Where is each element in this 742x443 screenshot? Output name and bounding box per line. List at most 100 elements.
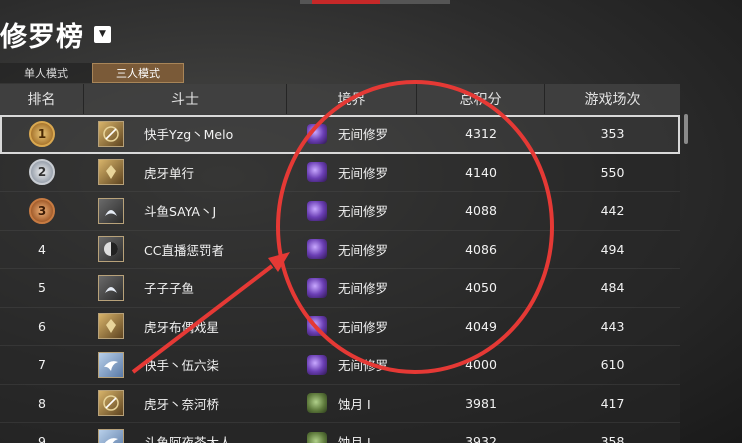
fighter-name[interactable]: 虎牙单行 bbox=[144, 163, 194, 182]
fighter-name[interactable]: CC直播惩罚者 bbox=[144, 240, 224, 259]
realm-name: 无间修罗 bbox=[338, 319, 389, 335]
table-body: 1 快手Yzg丶Melo 无间修罗 4312 353 2 虎牙单行 无间修罗 4140 550 3 斗… bbox=[0, 115, 680, 443]
title-dropdown-icon[interactable]: ▼ bbox=[94, 25, 111, 43]
fighter-cell: 快手Yzg丶Melo bbox=[84, 115, 287, 153]
warrior-icon bbox=[98, 313, 124, 340]
green-realm-icon bbox=[307, 393, 327, 414]
table-row[interactable]: 7 快手丶伍六柒 无间修罗 4000 610 bbox=[0, 346, 680, 385]
realm-cell: 无间修罗 bbox=[287, 154, 417, 192]
fighter-name[interactable]: 快手丶伍六柒 bbox=[144, 355, 219, 374]
rank-cell: 9 bbox=[0, 423, 84, 443]
rank-number: 9 bbox=[38, 434, 46, 443]
sword-shield-icon bbox=[98, 120, 124, 147]
score-cell: 3932 bbox=[465, 434, 497, 443]
table-row[interactable]: 3 斗鱼SAYA丶J 无间修罗 4088 442 bbox=[0, 192, 680, 231]
games-cell: 484 bbox=[600, 280, 625, 296]
score-cell: 4050 bbox=[465, 280, 497, 296]
games-cell: 550 bbox=[600, 164, 625, 180]
realm-name: 无间修罗 bbox=[338, 358, 389, 374]
dragon-icon bbox=[98, 274, 124, 301]
realm-name: 无间修罗 bbox=[338, 281, 389, 297]
realm-cell: 蚀月 I bbox=[287, 385, 417, 423]
purple-realm-icon bbox=[307, 162, 327, 183]
dragon-icon bbox=[98, 197, 124, 224]
fighter-cell: 快手丶伍六柒 bbox=[84, 346, 287, 384]
table-row[interactable]: 2 虎牙单行 无间修罗 4140 550 bbox=[0, 154, 680, 192]
table-row[interactable]: 9 斗鱼阿夜茶大人 蚀月 I 3932 358 bbox=[0, 423, 680, 443]
page-title: 修罗榜 bbox=[0, 21, 84, 53]
column-header-fighter: 斗士 bbox=[84, 84, 287, 114]
games-cell: 610 bbox=[600, 357, 625, 373]
fighter-name[interactable]: 子子子鱼 bbox=[144, 278, 194, 297]
sword-shield-icon bbox=[98, 390, 124, 417]
column-header-score: 总积分 bbox=[417, 84, 545, 114]
page-header: 修罗榜 ▼ bbox=[0, 14, 111, 54]
table-row[interactable]: 4 CC直播惩罚者 无间修罗 4086 494 bbox=[0, 231, 680, 269]
fighter-cell: 虎牙布偶戏星 bbox=[84, 308, 287, 346]
rank-number: 4 bbox=[38, 241, 46, 257]
rank-bronze-medal-icon: 3 bbox=[29, 197, 55, 224]
rank-cell: 3 bbox=[0, 192, 84, 230]
top-indicator bbox=[300, 0, 450, 4]
column-header-rank: 排名 bbox=[0, 84, 84, 114]
games-cell: 494 bbox=[600, 241, 625, 257]
rank-cell: 1 bbox=[0, 115, 84, 153]
purple-realm-icon bbox=[307, 239, 327, 260]
rank-cell: 2 bbox=[0, 154, 84, 192]
fighter-name[interactable]: 虎牙丶奈河桥 bbox=[144, 394, 219, 413]
score-cell: 4086 bbox=[465, 241, 497, 257]
realm-cell: 无间修罗 bbox=[287, 115, 417, 153]
tab-solo-mode[interactable]: 单人模式 bbox=[0, 63, 92, 83]
rank-number: 5 bbox=[38, 280, 46, 296]
rank-silver-medal-icon: 2 bbox=[29, 159, 55, 186]
column-header-games: 游戏场次 bbox=[584, 92, 641, 108]
scrollbar[interactable] bbox=[684, 114, 688, 144]
warrior-icon bbox=[98, 159, 124, 186]
score-cell: 4140 bbox=[465, 164, 497, 180]
fighter-name[interactable]: 虎牙布偶戏星 bbox=[144, 317, 219, 336]
score-cell: 4049 bbox=[465, 318, 497, 334]
realm-name: 无间修罗 bbox=[338, 165, 389, 181]
fighter-name[interactable]: 斗鱼阿夜茶大人 bbox=[144, 432, 232, 443]
rank-number: 7 bbox=[38, 357, 46, 373]
games-cell: 358 bbox=[600, 434, 625, 443]
realm-cell: 无间修罗 bbox=[287, 308, 417, 346]
games-cell: 353 bbox=[600, 126, 625, 142]
table-row[interactable]: 8 虎牙丶奈河桥 蚀月 I 3981 417 bbox=[0, 385, 680, 423]
table-row[interactable]: 1 快手Yzg丶Melo 无间修罗 4312 353 bbox=[0, 115, 680, 154]
fighter-cell: CC直播惩罚者 bbox=[84, 231, 287, 269]
realm-cell: 无间修罗 bbox=[287, 231, 417, 269]
rank-cell: 6 bbox=[0, 308, 84, 346]
games-cell: 443 bbox=[600, 318, 625, 334]
rank-cell: 4 bbox=[0, 231, 84, 269]
rank-cell: 7 bbox=[0, 346, 84, 384]
realm-name: 蚀月 I bbox=[338, 435, 371, 443]
games-cell: 417 bbox=[600, 395, 625, 411]
fighter-cell: 子子子鱼 bbox=[84, 269, 287, 307]
purple-realm-icon bbox=[307, 316, 327, 337]
games-cell: 442 bbox=[600, 203, 625, 219]
fighter-name[interactable]: 快手Yzg丶Melo bbox=[144, 124, 233, 143]
table-header: 排名 斗士 境界 总积分 游戏场次 bbox=[0, 84, 680, 115]
score-cell: 3981 bbox=[465, 395, 497, 411]
leaderboard-table: 排名 斗士 境界 总积分 游戏场次 1 快手Yzg丶Melo 无间修罗 4312 353… bbox=[0, 84, 680, 443]
bird-icon bbox=[98, 351, 124, 378]
table-row[interactable]: 5 子子子鱼 无间修罗 4050 484 bbox=[0, 269, 680, 308]
rank-number: 8 bbox=[38, 395, 46, 411]
score-cell: 4312 bbox=[465, 126, 497, 142]
realm-name: 无间修罗 bbox=[338, 204, 389, 220]
realm-name: 蚀月 I bbox=[338, 396, 371, 412]
table-row[interactable]: 6 虎牙布偶戏星 无间修罗 4049 443 bbox=[0, 308, 680, 346]
mask-icon bbox=[98, 236, 124, 263]
purple-realm-icon bbox=[307, 123, 327, 144]
tab-trio-mode[interactable]: 三人模式 bbox=[92, 63, 184, 83]
fighter-name[interactable]: 斗鱼SAYA丶J bbox=[144, 201, 216, 220]
score-cell: 4000 bbox=[465, 357, 497, 373]
purple-realm-icon bbox=[307, 277, 327, 298]
rank-cell: 5 bbox=[0, 269, 84, 307]
score-cell: 4088 bbox=[465, 203, 497, 219]
bird-icon bbox=[98, 428, 124, 443]
realm-name: 无间修罗 bbox=[338, 242, 389, 258]
rank-number: 6 bbox=[38, 318, 46, 334]
column-header-realm: 境界 bbox=[287, 84, 417, 114]
